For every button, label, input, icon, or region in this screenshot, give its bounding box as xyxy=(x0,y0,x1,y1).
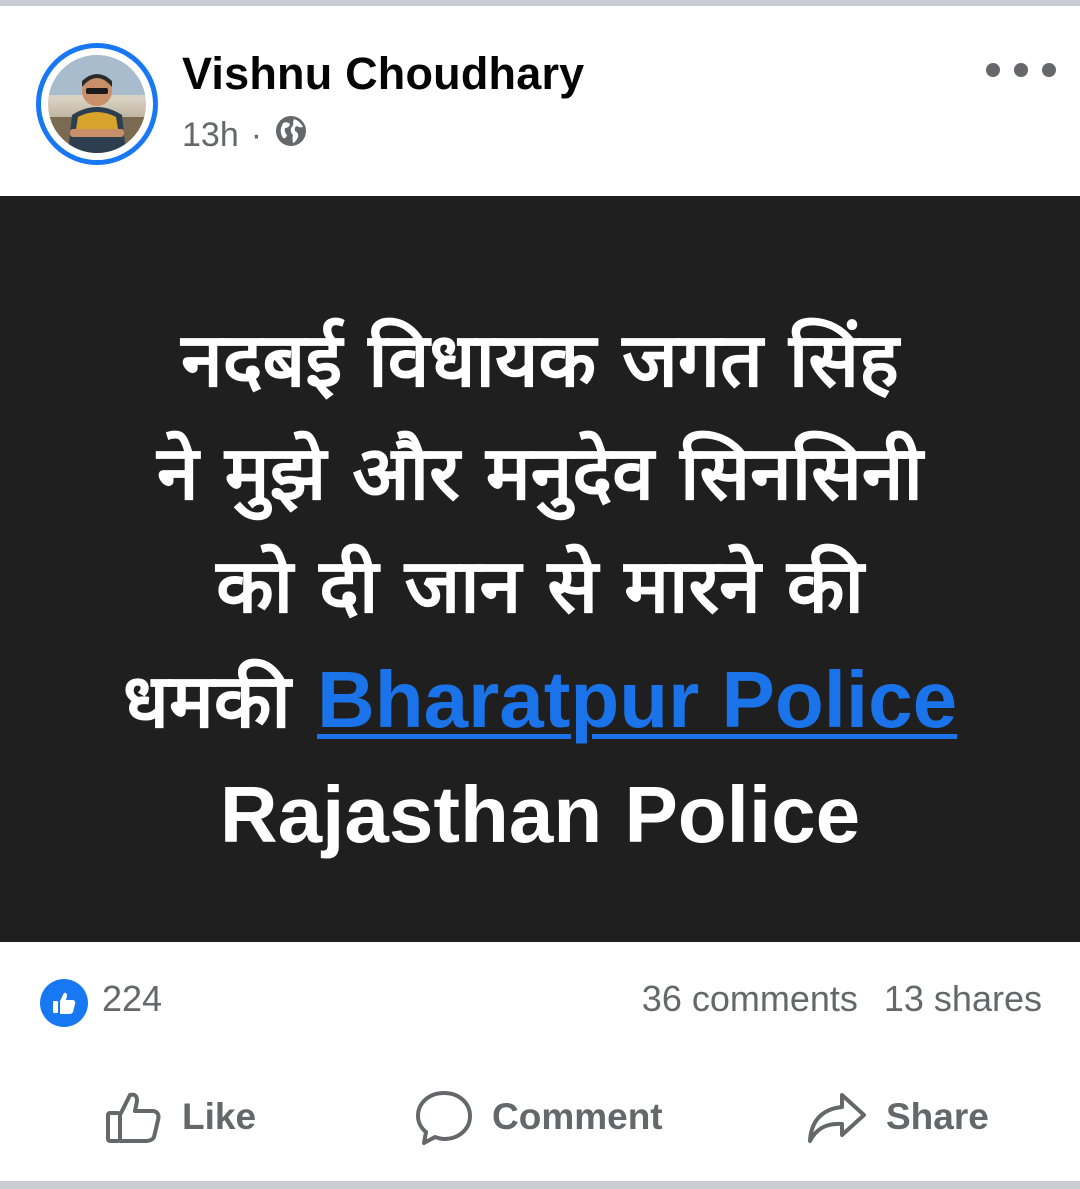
image-text-line: धमकी Bharatpur Police xyxy=(40,643,1040,758)
like-reaction-icon[interactable] xyxy=(40,979,88,1027)
avatar-photo xyxy=(48,55,146,153)
comment-bubble-icon xyxy=(414,1087,474,1147)
post-time[interactable]: 13h xyxy=(182,116,239,155)
image-text-prefix: धमकी xyxy=(122,657,291,745)
share-button[interactable]: Share xyxy=(806,1082,989,1152)
dot-icon xyxy=(1014,63,1028,77)
meta-separator: · xyxy=(250,115,263,154)
globe-icon[interactable] xyxy=(274,114,308,157)
dot-icon xyxy=(986,63,1000,77)
post-header: Vishnu Choudhary 13h · xyxy=(0,6,1080,196)
image-text-line: नदबई विधायक जगत सिंह xyxy=(181,316,899,404)
share-label: Share xyxy=(886,1096,989,1137)
more-options-button[interactable] xyxy=(986,50,1056,90)
like-count[interactable]: 224 xyxy=(102,978,162,1020)
author-name[interactable]: Vishnu Choudhary xyxy=(182,48,584,100)
like-button[interactable]: Like xyxy=(104,1082,256,1152)
comment-button[interactable]: Comment xyxy=(414,1082,663,1152)
post-image[interactable]: नदबई विधायक जगत सिंह ने मुझे और मनुदेव स… xyxy=(0,196,1080,942)
like-label: Like xyxy=(182,1096,257,1137)
post-image-text: नदबई विधायक जगत सिंह ने मुझे और मनुदेव स… xyxy=(40,304,1040,871)
comment-count[interactable]: 36 comments xyxy=(642,978,858,1020)
reactions-bar: 224 36 comments 13 shares xyxy=(0,942,1080,1052)
share-count[interactable]: 13 shares xyxy=(884,978,1042,1020)
dot-icon xyxy=(1042,63,1056,77)
share-arrow-icon xyxy=(806,1087,868,1147)
engagement-counts: 36 comments 13 shares xyxy=(642,978,1042,1020)
action-bar: Like Comment Share xyxy=(0,1052,1080,1181)
bottom-divider xyxy=(0,1181,1080,1189)
comment-label: Comment xyxy=(492,1096,663,1137)
avatar[interactable] xyxy=(36,43,158,165)
image-text-line: Rajasthan Police xyxy=(219,770,861,859)
bharatpur-police-link[interactable]: Bharatpur Police xyxy=(317,655,957,744)
thumbs-up-icon xyxy=(104,1087,164,1147)
post-meta: 13h · xyxy=(182,112,308,158)
image-text-line: ने मुझे और मनुदेव सिनसिनी xyxy=(157,429,923,517)
image-text-line: को दी जान से मारने की xyxy=(216,542,864,630)
